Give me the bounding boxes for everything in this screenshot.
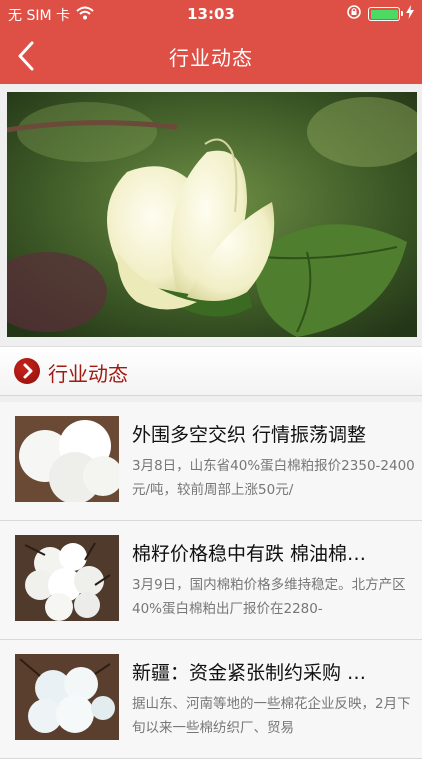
news-thumbnail: [15, 416, 119, 502]
battery-icon: [368, 7, 403, 21]
section-title: 行业动态: [48, 362, 128, 386]
rotation-lock-icon: [346, 4, 362, 24]
news-summary: 3月8日，山东省40%蛋白棉粕报价2350-2400元/吨，较前周部上涨50元/: [132, 458, 415, 498]
charging-icon: [406, 5, 414, 23]
news-title: 外围多空交织 行情振荡调整: [132, 424, 367, 446]
news-title: 新疆：资金紧张制约采购 …: [132, 662, 367, 684]
section-header: 行业动态: [0, 346, 422, 396]
news-item[interactable]: 棉籽价格稳中有跌 棉油棉… 3月9日，国内棉粕价格多维持稳定。北方产区40%蛋白…: [0, 521, 422, 640]
news-title: 棉籽价格稳中有跌 棉油棉…: [132, 543, 367, 565]
status-right: [346, 4, 414, 24]
news-list: 外围多空交织 行情振荡调整 3月8日，山东省40%蛋白棉粕报价2350-2400…: [0, 402, 422, 759]
chevron-right-circle-icon: [14, 358, 40, 384]
page-title: 行业动态: [169, 46, 253, 70]
news-summary: 3月9日，国内棉粕价格多维持稳定。北方产区40%蛋白棉粕出厂报价在2280-: [132, 577, 406, 617]
news-summary: 据山东、河南等地的一些棉花企业反映，2月下旬以来一些棉纺织厂、贸易: [132, 696, 411, 736]
status-bar: 无 SIM 卡 13:03: [0, 0, 422, 28]
nav-bar: 行业动态: [0, 28, 422, 84]
news-item[interactable]: 新疆：资金紧张制约采购 … 据山东、河南等地的一些棉花企业反映，2月下旬以来一些…: [0, 640, 422, 759]
news-thumbnail: [15, 654, 119, 740]
hero-banner-image[interactable]: [7, 92, 417, 337]
news-item[interactable]: 外围多空交织 行情振荡调整 3月8日，山东省40%蛋白棉粕报价2350-2400…: [0, 402, 422, 521]
cotton-flower-illustration: [7, 92, 417, 337]
news-thumbnail: [15, 535, 119, 621]
